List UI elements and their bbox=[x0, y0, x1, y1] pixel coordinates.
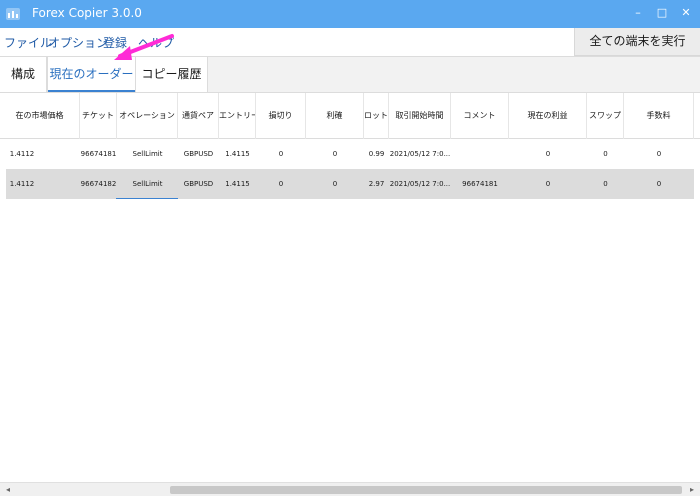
menu-options[interactable]: オプション bbox=[48, 34, 108, 51]
cell-lot: 2.97 bbox=[368, 180, 385, 188]
cell-stop-loss: 0 bbox=[278, 150, 284, 158]
cell-current-profit: 0 bbox=[545, 180, 551, 188]
col-lot[interactable]: ロット bbox=[364, 93, 389, 139]
cell-open-time: 2021/05/12 7:0... bbox=[389, 150, 451, 158]
tab-bar: 構成 現在のオーダー コピー履歴 bbox=[0, 56, 700, 92]
cell-lot: 0.99 bbox=[368, 150, 385, 158]
menu-file[interactable]: ファイル bbox=[4, 34, 52, 51]
execute-all-terminals-button[interactable]: 全ての端末を実行 bbox=[574, 28, 700, 56]
col-ticket[interactable]: チケット bbox=[80, 93, 117, 139]
horizontal-scrollbar[interactable]: ◂ ▸ bbox=[0, 482, 700, 496]
col-comment[interactable]: コメント bbox=[451, 93, 509, 139]
cell-comment: 96674181 bbox=[462, 180, 498, 188]
cell-market-price: 1.4112 bbox=[9, 180, 35, 188]
annotation-arrow-icon bbox=[114, 34, 174, 60]
minimize-button[interactable]: – bbox=[628, 4, 648, 22]
cell-swap: 0 bbox=[603, 180, 608, 188]
col-current-profit[interactable]: 現在の利益 bbox=[509, 93, 587, 139]
col-swap[interactable]: スワップ bbox=[587, 93, 624, 139]
table-row-selected[interactable]: 1.4112 96674182 SellLimit GBPUSD 1.4115 … bbox=[6, 169, 694, 199]
scrollbar-thumb[interactable] bbox=[170, 486, 682, 494]
scroll-right-icon[interactable]: ▸ bbox=[686, 484, 698, 496]
tab-config[interactable]: 構成 bbox=[0, 57, 47, 92]
window-title: Forex Copier 3.0.0 bbox=[32, 6, 142, 20]
table-row[interactable]: 1.4112 96674181 SellLimit GBPUSD 1.4115 … bbox=[6, 139, 694, 169]
col-market-price[interactable]: 在の市場価格 bbox=[0, 93, 80, 139]
cell-entry: 1.4115 bbox=[225, 150, 250, 158]
cell-currency-pair: GBPUSD bbox=[183, 180, 214, 188]
col-stop-loss[interactable]: 損切り bbox=[256, 93, 306, 139]
cell-open-time: 2021/05/12 7:0... bbox=[389, 180, 451, 188]
cell-take-profit: 0 bbox=[332, 150, 338, 158]
col-currency-pair[interactable]: 通貨ペア bbox=[178, 93, 219, 139]
cell-swap: 0 bbox=[603, 150, 608, 158]
operation-cell-focus-line bbox=[116, 198, 178, 199]
col-take-profit[interactable]: 利確 bbox=[306, 93, 364, 139]
cell-take-profit: 0 bbox=[332, 180, 338, 188]
col-open-time[interactable]: 取引開始時間 bbox=[389, 93, 451, 139]
app-icon bbox=[6, 8, 20, 20]
close-button[interactable]: ✕ bbox=[676, 4, 696, 22]
cell-operation: SellLimit bbox=[132, 180, 163, 188]
col-commission[interactable]: 手数料 bbox=[624, 93, 694, 139]
col-entry[interactable]: エントリー bbox=[219, 93, 256, 139]
cell-market-price: 1.4112 bbox=[9, 150, 35, 158]
cell-ticket: 96674182 bbox=[80, 180, 117, 188]
cell-current-profit: 0 bbox=[545, 150, 551, 158]
scroll-left-icon[interactable]: ◂ bbox=[2, 484, 14, 496]
cell-entry: 1.4115 bbox=[225, 180, 250, 188]
orders-table: 在の市場価格 チケット オペレーション 通貨ペア エントリー 損切り 利確 ロッ… bbox=[0, 92, 700, 482]
cell-operation: SellLimit bbox=[132, 150, 163, 158]
table-header: 在の市場価格 チケット オペレーション 通貨ペア エントリー 損切り 利確 ロッ… bbox=[0, 93, 700, 139]
cell-stop-loss: 0 bbox=[278, 180, 284, 188]
cell-commission: 0 bbox=[656, 180, 662, 188]
title-bar: Forex Copier 3.0.0 – □ ✕ bbox=[0, 0, 700, 28]
cell-ticket: 96674181 bbox=[80, 150, 117, 158]
col-operation[interactable]: オペレーション bbox=[117, 93, 178, 139]
cell-currency-pair: GBPUSD bbox=[183, 150, 214, 158]
maximize-button[interactable]: □ bbox=[652, 4, 672, 22]
cell-commission: 0 bbox=[656, 150, 662, 158]
cell-comment bbox=[451, 139, 509, 169]
